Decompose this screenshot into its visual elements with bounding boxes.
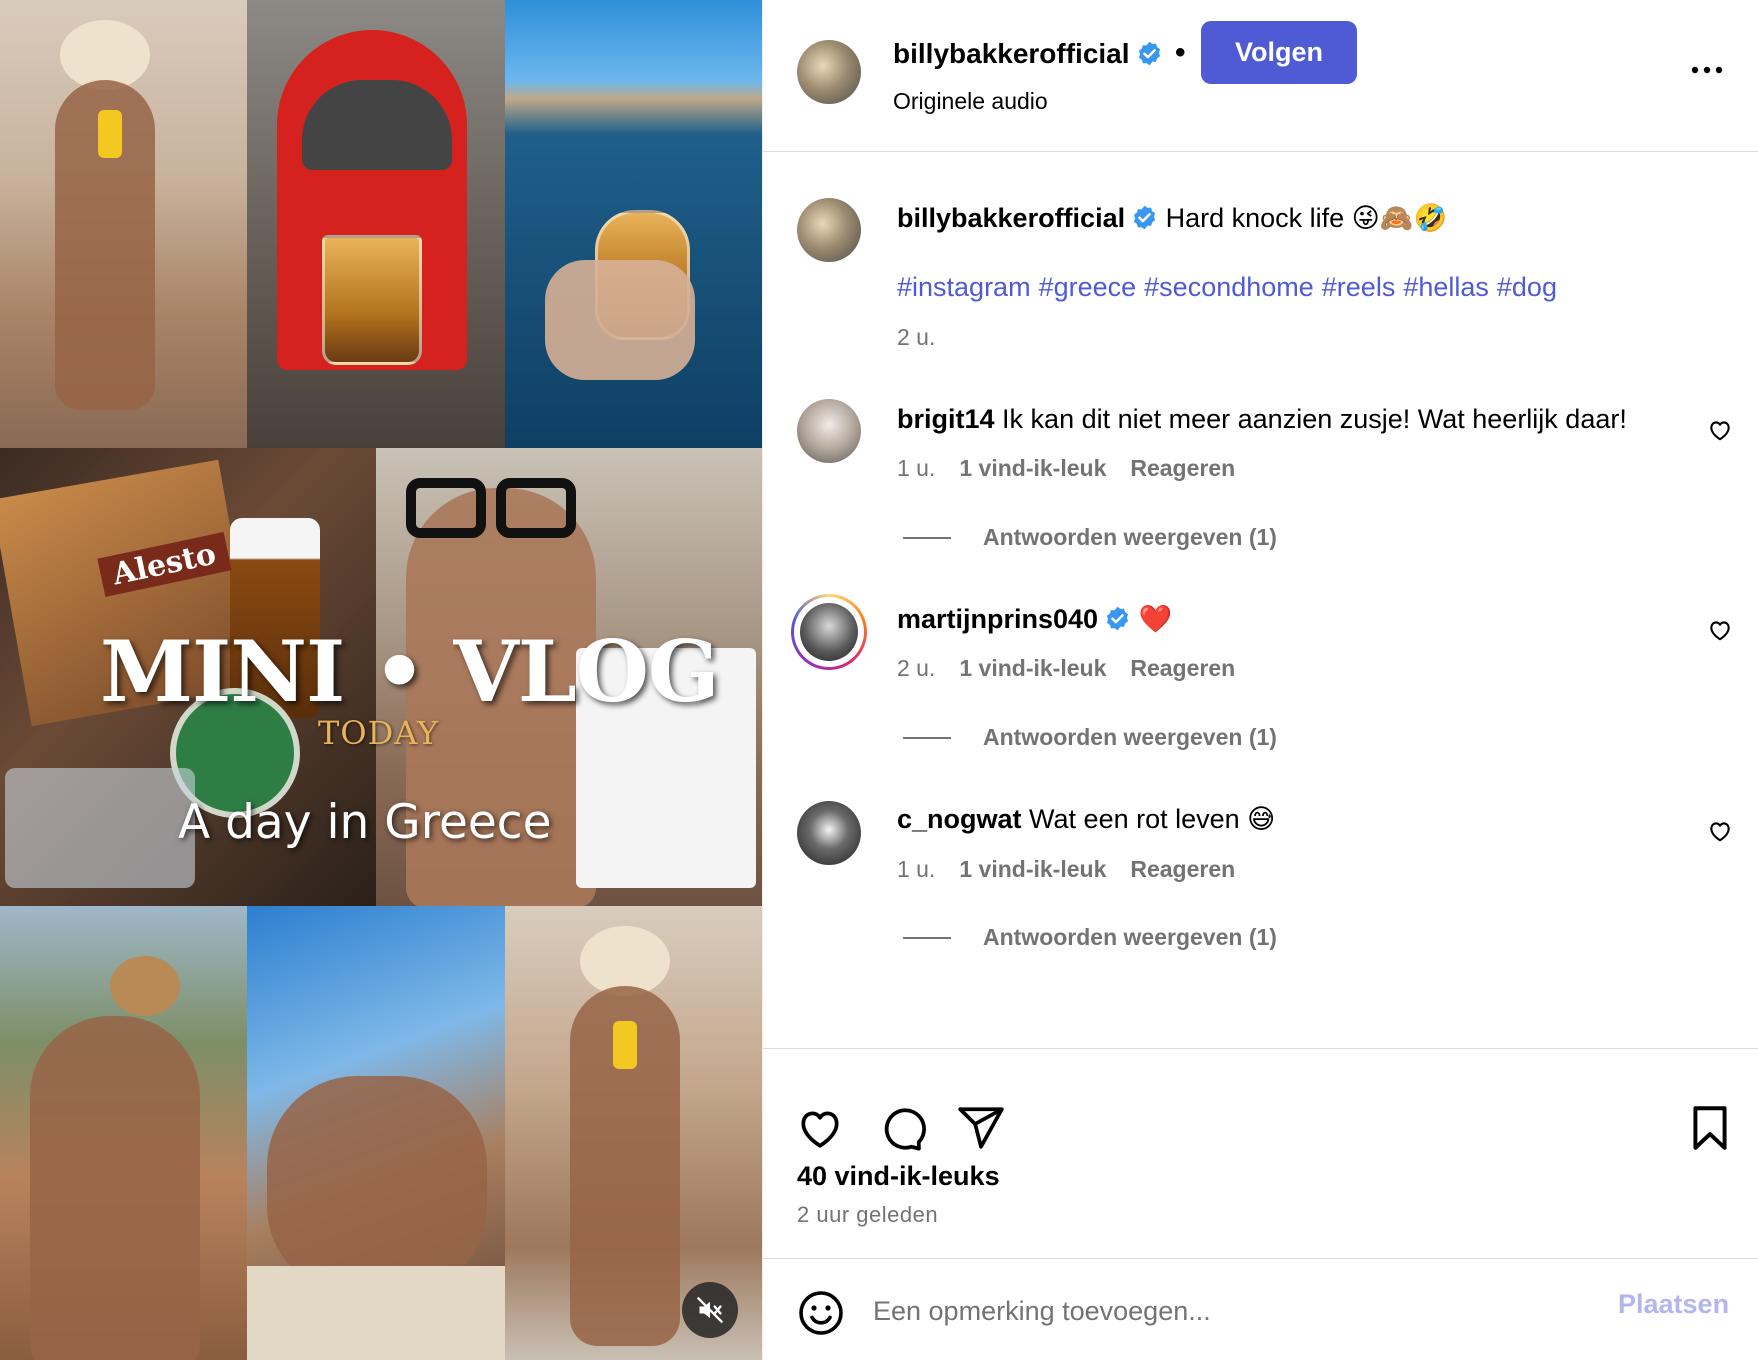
author-username-text[interactable]: billybakkerofficial <box>893 38 1130 69</box>
mute-button[interactable] <box>682 1282 738 1338</box>
comment-line: brigit14 Ik kan dit niet meer aanzien zu… <box>897 404 1627 435</box>
hashtag-link[interactable]: #reels <box>1322 272 1396 302</box>
verified-badge-icon <box>1134 205 1156 230</box>
emoji-picker-icon[interactable] <box>797 1289 845 1337</box>
more-horizontal-icon <box>1691 66 1723 74</box>
save-bookmark-icon[interactable] <box>1685 1103 1735 1153</box>
reply-divider <box>903 736 951 739</box>
caption-username[interactable]: billybakkerofficial <box>897 203 1125 233</box>
hashtag-link[interactable]: #hellas <box>1403 272 1489 302</box>
video-tile-garden <box>0 906 247 1360</box>
reply-button[interactable]: Reageren <box>1130 856 1235 882</box>
comment-like-heart-icon[interactable] <box>1707 417 1733 443</box>
reply-button[interactable]: Reageren <box>1130 455 1235 481</box>
comment-likes[interactable]: 1 vind-ik-leuk <box>959 655 1106 681</box>
verified-badge-icon <box>1138 41 1160 66</box>
hashtag-link[interactable]: #greece <box>1039 272 1137 302</box>
verified-badge-icon <box>1107 606 1129 631</box>
commenter-avatar[interactable] <box>797 399 861 463</box>
caption-author-avatar[interactable] <box>797 198 861 262</box>
commenter-avatar[interactable] <box>800 603 858 661</box>
add-comment-bar: Plaatsen <box>763 1258 1758 1360</box>
overlay-today: TODAY <box>318 714 440 752</box>
comment-time[interactable]: 1 u. <box>897 455 935 481</box>
commenter-avatar[interactable] <box>797 801 861 865</box>
view-replies-label: Antwoorden weergeven (1) <box>983 924 1277 950</box>
view-replies-button[interactable]: Antwoorden weergeven (1) <box>903 524 1277 551</box>
post-header: billybakkerofficial • Volgen Originele a… <box>763 0 1758 152</box>
post-time[interactable]: 2 uur geleden <box>797 1202 938 1228</box>
like-heart-icon[interactable] <box>795 1103 845 1153</box>
author-username[interactable]: billybakkerofficial <box>893 38 1163 70</box>
comment-username[interactable]: c_nogwat <box>897 804 1022 834</box>
caption-line: billybakkerofficial Hard knock life 😜🙈🤣 <box>897 202 1447 234</box>
comment-like-heart-icon[interactable] <box>1707 617 1733 643</box>
post-details-panel: billybakkerofficial • Volgen Originele a… <box>762 0 1758 1360</box>
author-avatar[interactable] <box>797 40 861 104</box>
overlay-subtitle: A day in Greece <box>178 795 552 850</box>
reply-button[interactable]: Reageren <box>1130 655 1235 681</box>
video-tile-sunbathing <box>247 906 505 1360</box>
more-options-button[interactable] <box>1683 50 1731 90</box>
comment-meta: 1 u. 1 vind-ik-leuk Reageren <box>897 455 1235 482</box>
view-replies-label: Antwoorden weergeven (1) <box>983 724 1277 750</box>
video-tile-pool-espresso <box>505 0 762 448</box>
post-actions: 40 vind-ik-leuks 2 uur geleden <box>763 1048 1758 1258</box>
comment-time[interactable]: 1 u. <box>897 856 935 882</box>
audio-link[interactable]: Originele audio <box>893 88 1048 115</box>
comment-username[interactable]: martijnprins040 <box>897 604 1098 634</box>
video-tile-mirror-selfie <box>0 0 247 448</box>
view-replies-button[interactable]: Antwoorden weergeven (1) <box>903 924 1277 951</box>
comment-input[interactable] <box>873 1283 1573 1339</box>
comment-time[interactable]: 2 u. <box>897 655 935 681</box>
comment-meta: 1 u. 1 vind-ik-leuk Reageren <box>897 856 1235 883</box>
hashtag-link[interactable]: #secondhome <box>1144 272 1314 302</box>
comment-text: Ik kan dit niet meer aanzien zusje! Wat … <box>1002 404 1627 434</box>
reply-divider <box>903 536 951 539</box>
caption-hashtags: #instagram #greece #secondhome #reels #hella… <box>897 272 1565 303</box>
share-send-icon[interactable] <box>956 1103 1006 1153</box>
header-separator: • <box>1175 36 1186 69</box>
comment-text: ❤️ <box>1138 604 1173 634</box>
reply-divider <box>903 936 951 939</box>
overlay-title: MINI • VLOG <box>100 622 720 721</box>
post-comment-button[interactable]: Plaatsen <box>1618 1289 1729 1320</box>
comment-line: martijnprins040 ❤️ <box>897 603 1172 635</box>
view-replies-button[interactable]: Antwoorden weergeven (1) <box>903 724 1277 751</box>
comment-likes[interactable]: 1 vind-ik-leuk <box>959 455 1106 481</box>
speaker-muted-icon <box>697 1297 723 1323</box>
comment-text: Wat een rot leven 😅 <box>1029 804 1276 834</box>
comment-username[interactable]: brigit14 <box>897 404 995 434</box>
comment-meta: 2 u. 1 vind-ik-leuk Reageren <box>897 655 1235 682</box>
caption-text: Hard knock life 😜🙈🤣 <box>1165 203 1448 233</box>
like-count[interactable]: 40 vind-ik-leuks <box>797 1161 1000 1192</box>
comment-like-heart-icon[interactable] <box>1707 818 1733 844</box>
comment-bubble-icon[interactable] <box>876 1103 926 1153</box>
follow-button[interactable]: Volgen <box>1201 21 1357 84</box>
reel-video[interactable]: Alesto MINI • VLOG TODAY A day in Greece <box>0 0 762 1360</box>
view-replies-label: Antwoorden weergeven (1) <box>983 524 1277 550</box>
video-tile-coffee-machine <box>247 0 505 448</box>
caption-timestamp[interactable]: 2 u. <box>897 324 935 351</box>
hashtag-link[interactable]: #instagram <box>897 272 1031 302</box>
hashtag-link[interactable]: #dog <box>1497 272 1557 302</box>
comment-line: c_nogwat Wat een rot leven 😅 <box>897 804 1275 835</box>
comment-likes[interactable]: 1 vind-ik-leuk <box>959 856 1106 882</box>
